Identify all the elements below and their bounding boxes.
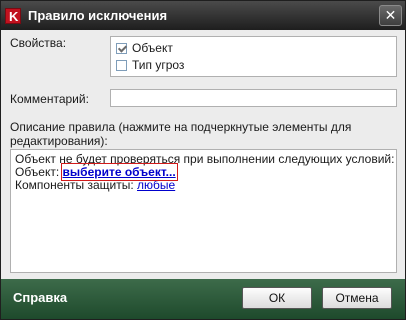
checkbox-object-label: Объект bbox=[132, 41, 173, 55]
comment-field[interactable] bbox=[110, 89, 397, 107]
app-icon-letter: K bbox=[9, 8, 19, 24]
ok-button[interactable]: ОК bbox=[242, 287, 312, 309]
exclusion-rule-dialog: K Правило исключения ✕ Свойства: Объект … bbox=[0, 0, 406, 320]
properties-box: Объект Тип угроз bbox=[110, 36, 397, 77]
checkbox-object[interactable]: Объект bbox=[116, 41, 173, 55]
checkbox-object-box[interactable] bbox=[116, 42, 127, 54]
title-bar: K Правило исключения ✕ bbox=[1, 1, 405, 30]
checkbox-threat-type-box[interactable] bbox=[116, 59, 127, 71]
components-prefix: Компоненты защиты: bbox=[15, 178, 138, 192]
checkbox-threat-type-label: Тип угроз bbox=[132, 58, 185, 72]
select-object-link[interactable]: выберите объект... bbox=[60, 163, 178, 181]
object-prefix: Объект: bbox=[15, 165, 63, 179]
description-label-line1: Описание правила (нажмите на подчеркнуты… bbox=[10, 120, 352, 134]
properties-label: Свойства: bbox=[10, 36, 67, 50]
help-link[interactable]: Справка bbox=[13, 290, 67, 305]
cancel-button[interactable]: Отмена bbox=[322, 287, 392, 309]
kaspersky-logo-icon: K bbox=[5, 7, 21, 24]
description-label-line2: редактирования): bbox=[10, 134, 108, 148]
components-any-link[interactable]: любые bbox=[137, 178, 175, 192]
checkbox-threat-type[interactable]: Тип угроз bbox=[116, 58, 184, 72]
rule-description-box: Объект не будет проверяться при выполнен… bbox=[10, 149, 397, 273]
components-condition-line: Компоненты защиты: любые bbox=[15, 179, 392, 192]
close-button[interactable]: ✕ bbox=[379, 5, 402, 26]
dialog-footer: Справка ОК Отмена bbox=[1, 279, 405, 319]
close-icon: ✕ bbox=[384, 7, 397, 23]
comment-label: Комментарий: bbox=[10, 92, 89, 106]
window-title: Правило исключения bbox=[28, 8, 168, 23]
